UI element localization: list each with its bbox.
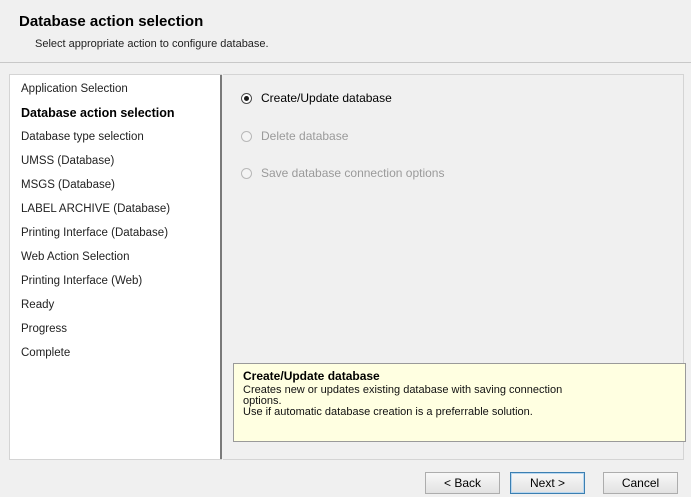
step-umss-database: UMSS (Database) xyxy=(21,155,115,167)
radio-disabled-icon xyxy=(241,167,252,179)
step-application-selection: Application Selection xyxy=(21,83,128,95)
cancel-button[interactable]: Cancel xyxy=(603,472,678,494)
radio-selected-icon[interactable] xyxy=(241,92,252,104)
radio-disabled-icon xyxy=(241,130,252,142)
back-button[interactable]: < Back xyxy=(425,472,500,494)
option-label: Create/Update database xyxy=(261,91,392,105)
step-complete: Complete xyxy=(21,347,71,359)
step-database-action-selection: Database action selection xyxy=(21,106,175,120)
option-delete-database: Delete database xyxy=(241,128,348,144)
page-subtitle: Select appropriate action to configure d… xyxy=(35,38,269,50)
step-progress: Progress xyxy=(21,323,68,335)
step-printing-interface-web: Printing Interface (Web) xyxy=(21,275,143,287)
step-label-archive-database: LABEL ARCHIVE (Database) xyxy=(21,203,171,215)
option-label: Save database connection options xyxy=(261,166,445,180)
next-button[interactable]: Next > xyxy=(510,472,585,494)
panel-divider xyxy=(220,75,222,459)
description-title: Create/Update database xyxy=(243,369,380,383)
option-description-box: Create/Update database Creates new or up… xyxy=(233,363,686,442)
action-options-panel: Create/Update database Delete database S… xyxy=(223,74,686,460)
step-printing-interface-database: Printing Interface (Database) xyxy=(21,227,169,239)
step-database-type-selection: Database type selection xyxy=(21,131,144,143)
wizard-steps-panel: Application Selection Database action se… xyxy=(9,74,222,460)
option-save-connection-options: Save database connection options xyxy=(241,165,444,181)
wizard-header: Database action selection Select appropr… xyxy=(0,0,691,63)
description-line-2: Use if automatic database creation is a … xyxy=(243,406,533,418)
description-line-1: Creates new or updates existing database… xyxy=(243,384,563,407)
step-msgs-database: MSGS (Database) xyxy=(21,179,115,191)
option-label: Delete database xyxy=(261,129,349,143)
step-web-action-selection: Web Action Selection xyxy=(21,251,130,263)
page-title: Database action selection xyxy=(19,13,204,30)
option-create-update-database[interactable]: Create/Update database xyxy=(241,90,392,106)
step-ready: Ready xyxy=(21,299,55,311)
